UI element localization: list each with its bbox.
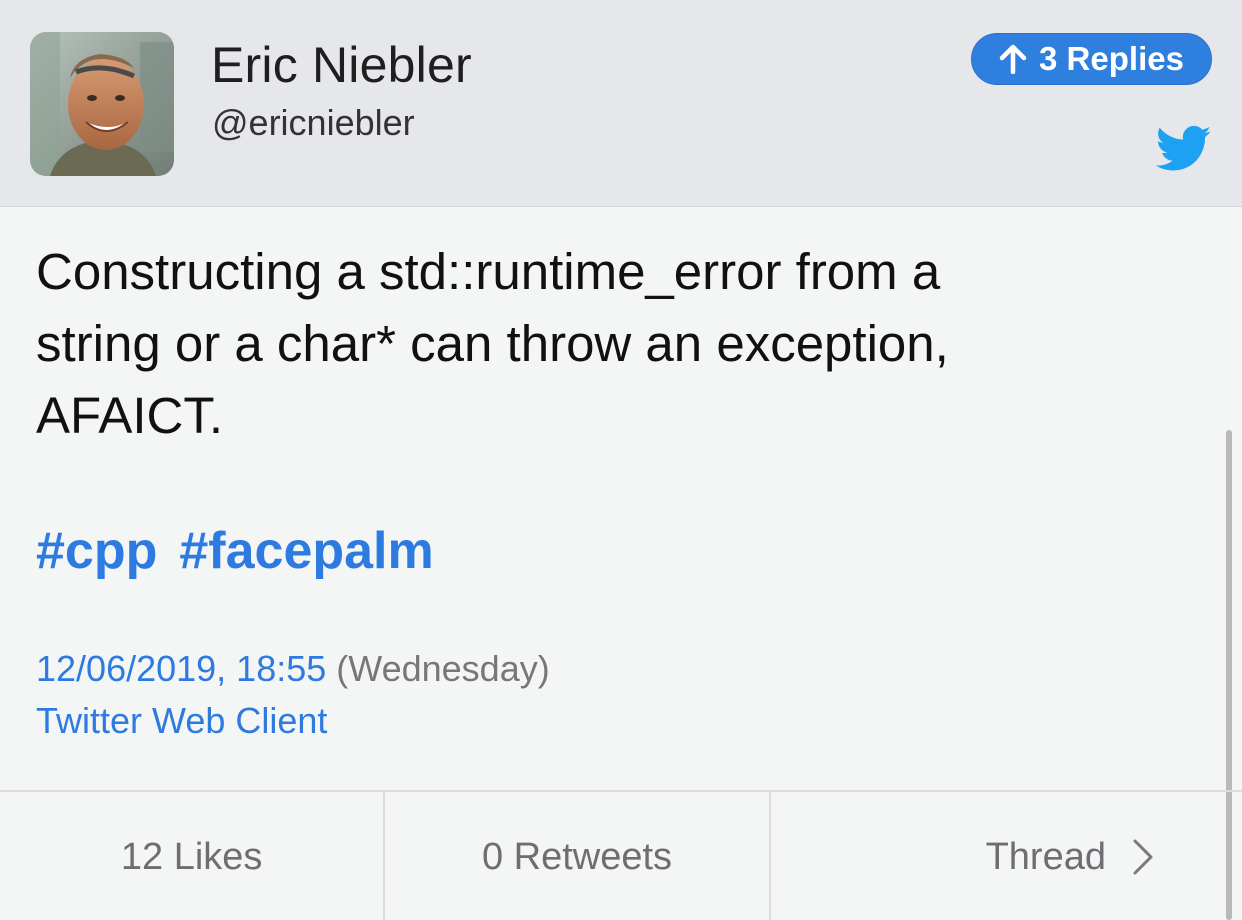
retweets-button[interactable]: 0 Retweets bbox=[385, 792, 771, 920]
replies-label: 3 Replies bbox=[1039, 40, 1184, 77]
tweet-text: Constructing a std::runtime_error from a… bbox=[36, 243, 949, 444]
replies-button[interactable]: 3 Replies bbox=[971, 33, 1212, 85]
thread-button[interactable]: Thread bbox=[771, 792, 1242, 920]
hashtag-link-cpp[interactable]: #cpp bbox=[36, 522, 157, 580]
hashtag-link-facepalm[interactable]: #facepalm bbox=[179, 522, 433, 580]
tweet-detail-view: Eric Niebler @ericniebler 3 Replies Cons… bbox=[0, 0, 1242, 920]
hashtags: #cpp #facepalm bbox=[36, 521, 456, 581]
arrow-up-icon bbox=[999, 44, 1027, 74]
retweets-label: 0 Retweets bbox=[481, 835, 673, 878]
client-link[interactable]: Twitter Web Client bbox=[36, 700, 327, 742]
chevron-right-icon bbox=[1132, 838, 1154, 876]
avatar-image bbox=[30, 32, 174, 176]
timestamp-link[interactable]: 12/06/2019, 18:55 bbox=[36, 648, 326, 689]
thread-label: Thread bbox=[985, 835, 1106, 878]
display-name[interactable]: Eric Niebler bbox=[211, 36, 472, 94]
user-handle[interactable]: @ericniebler bbox=[212, 102, 415, 144]
likes-button[interactable]: 12 Likes bbox=[0, 792, 386, 920]
avatar[interactable] bbox=[30, 32, 174, 176]
likes-label: 12 Likes bbox=[120, 835, 263, 878]
tweet-timestamp: 12/06/2019, 18:55 (Wednesday) bbox=[36, 648, 550, 690]
tweet-stats-bar: 12 Likes 0 Retweets Thread bbox=[0, 790, 1242, 920]
twitter-bird-icon bbox=[1155, 125, 1212, 173]
weekday-label: (Wednesday) bbox=[336, 648, 550, 689]
tweet-header: Eric Niebler @ericniebler 3 Replies bbox=[0, 0, 1242, 207]
